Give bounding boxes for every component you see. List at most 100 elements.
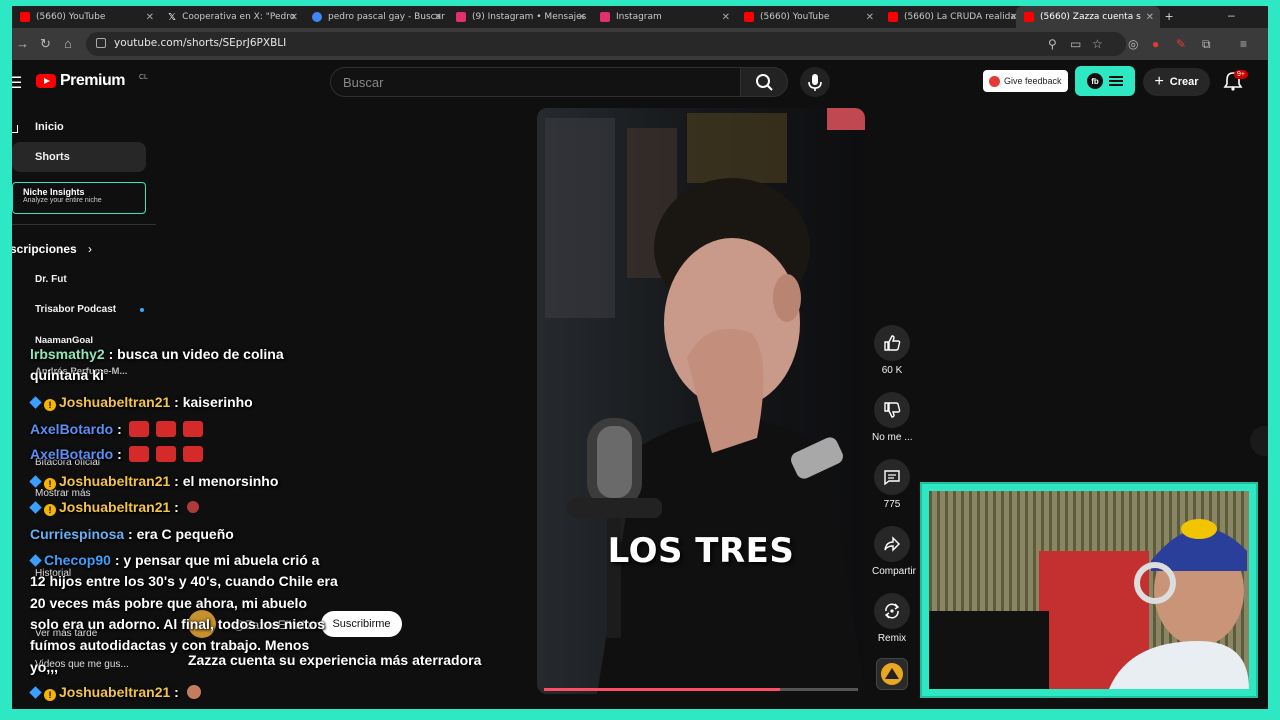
voice-search-button[interactable] xyxy=(800,67,830,97)
cast-icon[interactable]: ▭ xyxy=(1070,37,1081,51)
sidebar-divider xyxy=(12,224,156,225)
video-title[interactable]: Zazza cuenta su experiencia más aterrado… xyxy=(188,652,481,668)
browser-tab[interactable]: (9) Instagram • Mensajes ✕ xyxy=(448,6,592,28)
chat-text: : busca un video de colina xyxy=(108,346,284,362)
next-video-button[interactable] xyxy=(1250,426,1268,456)
give-feedback-button[interactable]: Give feedback xyxy=(983,70,1068,92)
menu-icon[interactable]: ≡ xyxy=(1240,37,1247,51)
youtube-logo[interactable]: Premium CL xyxy=(36,72,148,90)
niche-insights-card[interactable]: Niche Insights Analyze your entire niche xyxy=(12,182,146,214)
subscriber-badge-icon: ! xyxy=(44,478,56,490)
emote-icon xyxy=(182,446,203,462)
browser-tab[interactable]: pedro pascal gay - Buscar ✕ xyxy=(304,6,448,28)
remix-button[interactable] xyxy=(874,593,910,629)
tab-title: (5660) YouTube xyxy=(760,12,830,22)
close-icon[interactable]: ✕ xyxy=(434,12,442,23)
tab-title: Instagram xyxy=(616,12,662,22)
subscribe-button[interactable]: Suscribirme xyxy=(321,611,402,637)
home-icon[interactable]: ⌂ xyxy=(64,36,72,51)
extension-icon[interactable]: ✎ xyxy=(1176,37,1186,51)
minimize-icon[interactable]: – xyxy=(1228,8,1235,22)
emote-icon xyxy=(186,685,201,699)
youtube-favicon-icon xyxy=(1024,12,1034,22)
create-button[interactable]: + Crear xyxy=(1143,68,1210,96)
share-action[interactable]: Compartir xyxy=(872,526,916,577)
reload-icon[interactable]: ↻ xyxy=(40,36,51,52)
address-bar[interactable]: youtube.com/shorts/SEprJ6PXBLI xyxy=(86,32,1126,56)
chat-message: ! Joshuabeltran21 : kaiserinho xyxy=(29,392,253,413)
site-info-icon[interactable] xyxy=(96,38,106,48)
sidebar-item-label: Inicio xyxy=(35,121,64,133)
youtube-play-icon xyxy=(36,74,56,88)
plus-icon: + xyxy=(1154,73,1164,90)
browser-tab[interactable]: (5660) YouTube ✕ xyxy=(736,6,880,28)
forward-icon[interactable]: → xyxy=(16,36,29,51)
bookmark-star-icon[interactable]: ☆ xyxy=(1092,37,1103,51)
chat-message: lrbsmathy2 : busca un video de colina xyxy=(30,344,284,365)
close-icon[interactable]: ✕ xyxy=(1146,12,1154,23)
subscriber-badge-icon: ! xyxy=(44,689,56,701)
search-box[interactable] xyxy=(330,67,742,97)
chat-text: : xyxy=(174,684,179,700)
niche-extension-button[interactable]: fb xyxy=(1075,66,1135,96)
subscription-item[interactable]: Dr. Fut xyxy=(35,274,67,285)
url-text[interactable]: youtube.com/shorts/SEprJ6PXBLI xyxy=(114,37,286,49)
tab-title: (5660) Zazza cuenta s xyxy=(1040,12,1141,22)
close-icon[interactable]: ✕ xyxy=(146,12,154,23)
like-action[interactable]: 60 K xyxy=(872,325,912,376)
browser-tab[interactable]: 𝕏 Cooperativa en X: "Pedro ✕ xyxy=(160,6,304,28)
close-icon[interactable]: ✕ xyxy=(578,12,586,23)
streamer-camera-image xyxy=(929,491,1249,689)
address-bar-row: → ↻ ⌂ youtube.com/shorts/SEprJ6PXBLI ⚲ ▭… xyxy=(12,28,1268,60)
diamond-badge-icon xyxy=(29,554,42,567)
search-input[interactable] xyxy=(331,68,741,96)
tab-title: (5660) La CRUDA realidad xyxy=(904,12,1022,22)
close-icon[interactable]: ✕ xyxy=(866,12,874,23)
remix-icon xyxy=(884,603,900,619)
chat-text: : xyxy=(117,446,122,462)
subscriber-badge-icon: ! xyxy=(44,399,56,411)
youtube-favicon-icon xyxy=(744,12,754,22)
new-tab-icon[interactable]: + xyxy=(1165,8,1173,24)
emote-icon xyxy=(128,421,149,437)
browser-tab-active[interactable]: (5660) Zazza cuenta s ✕ xyxy=(1016,6,1160,28)
chevron-right-icon: › xyxy=(88,242,93,256)
chat-username: AxelBotardo xyxy=(30,421,114,437)
niche-insights-title: Niche Insights xyxy=(23,187,85,197)
browser-tab[interactable]: (5660) La CRUDA realidad ✕ xyxy=(880,6,1024,28)
dislike-button[interactable] xyxy=(874,392,910,428)
browser-tab[interactable]: (5660) YouTube ✕ xyxy=(12,6,160,28)
share-button[interactable] xyxy=(874,526,910,562)
hamburger-menu-icon[interactable]: ☰ xyxy=(12,73,22,93)
subscription-item[interactable]: Trisabor Podcast xyxy=(35,304,116,315)
video-frame-image xyxy=(537,108,865,694)
close-icon[interactable]: ✕ xyxy=(722,12,730,23)
region-code: CL xyxy=(139,74,148,81)
search-button[interactable] xyxy=(740,67,788,97)
chat-text: : el menorsinho xyxy=(174,473,279,489)
feedback-icon xyxy=(989,75,1000,87)
notification-badge: 9+ xyxy=(1234,70,1248,79)
puzzle-icon[interactable]: ⧉ xyxy=(1202,37,1211,52)
emote-icon xyxy=(128,446,149,462)
thumbs-up-icon xyxy=(884,335,901,351)
browser-tab[interactable]: Instagram ✕ xyxy=(592,6,736,28)
extension-icon[interactable]: ◎ xyxy=(1128,37,1138,51)
extension-icon[interactable]: ● xyxy=(1152,37,1159,51)
subscriptions-header[interactable]: scripciones › xyxy=(12,242,92,256)
video-progress-bar[interactable] xyxy=(544,688,858,691)
dislike-action[interactable]: No me ... xyxy=(872,392,913,443)
chat-message: AxelBotardo : xyxy=(30,419,203,440)
comments-action[interactable]: 775 xyxy=(872,459,912,510)
zoom-icon[interactable]: ⚲ xyxy=(1048,37,1057,51)
like-button[interactable] xyxy=(874,325,910,361)
chat-text: : kaiserinho xyxy=(174,394,253,410)
audio-track-thumbnail[interactable] xyxy=(876,658,908,690)
chat-text: : era C pequeño xyxy=(128,526,234,542)
close-icon[interactable]: ✕ xyxy=(290,12,298,23)
comments-button[interactable] xyxy=(874,459,910,495)
remix-action[interactable]: Remix xyxy=(872,593,912,644)
sidebar-item-shorts[interactable]: Shorts xyxy=(12,142,146,172)
microphone-icon xyxy=(808,74,822,91)
shorts-video-player[interactable]: LOS TRES xyxy=(537,108,865,694)
